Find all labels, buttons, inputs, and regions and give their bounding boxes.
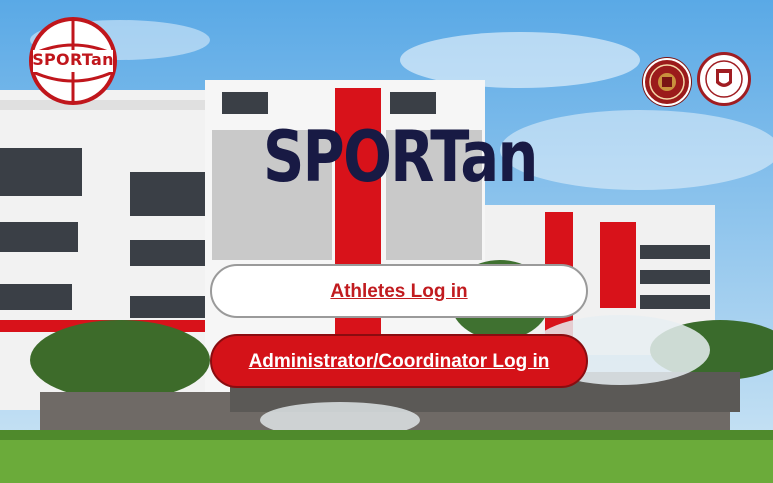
logo-text: SPORTan bbox=[32, 50, 114, 69]
admin-coordinator-login-button[interactable]: Administrator/Coordinator Log in bbox=[210, 334, 588, 388]
page-title: SPORTan bbox=[262, 116, 538, 198]
university-seal-icon bbox=[643, 58, 691, 106]
brand-logo: SPORTan bbox=[27, 16, 119, 106]
login-screen: SPORTan SPORTan Athletes Log in Administ… bbox=[0, 0, 773, 483]
athletes-login-button[interactable]: Athletes Log in bbox=[210, 264, 588, 318]
college-crest-icon bbox=[697, 52, 751, 106]
